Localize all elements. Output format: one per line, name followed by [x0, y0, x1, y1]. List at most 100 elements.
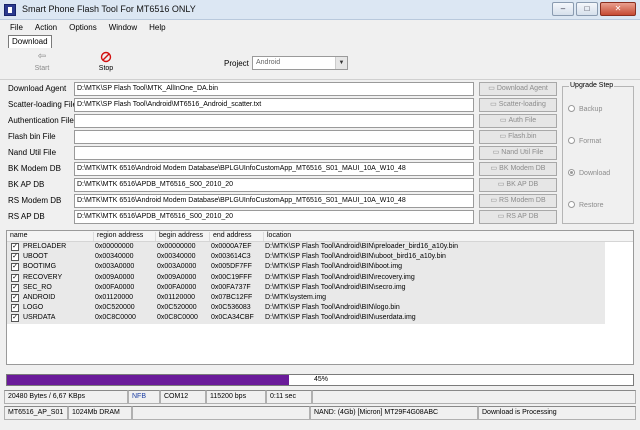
menu-action[interactable]: Action — [35, 23, 57, 32]
radio-format[interactable]: Format — [568, 137, 601, 145]
stop-circle-icon — [100, 51, 112, 63]
checkbox-checked-icon[interactable]: ✓ — [11, 273, 19, 282]
radio-circle-icon — [568, 105, 575, 112]
checkbox-checked-icon[interactable]: ✓ — [11, 263, 19, 272]
close-button[interactable]: ✕ — [600, 2, 636, 16]
start-button[interactable]: ⇦ Start — [22, 51, 62, 72]
table-row[interactable]: ✓ PRELOADER 0x00000000 0x00000000 0x0000… — [7, 242, 633, 253]
column-header-begin[interactable]: begin address — [155, 232, 203, 241]
download-agent-input[interactable]: D:\MTK\SP Flash Tool\MTK_AllInOne_DA.bin — [74, 82, 474, 96]
tab-download[interactable]: Download — [8, 35, 52, 48]
rs-modem-db-input[interactable]: D:\MTK\MTK 6516\Android Modem Database\B… — [74, 194, 474, 208]
rs-ap-db-input[interactable]: D:\MTK\MTK 6516\APDB_MT6516_S00_2010_20 — [74, 210, 474, 224]
download-agent-button[interactable]: ▭ Download Agent — [479, 82, 557, 96]
stop-button[interactable]: Stop — [86, 51, 126, 72]
browse-buttons-panel: ▭ Download Agent ▭ Scatter-loading ▭ Auth F… — [479, 82, 557, 228]
status-mode: NFB — [128, 390, 160, 404]
checkbox-checked-icon[interactable]: ✓ — [11, 293, 19, 302]
button-label: RS AP DB — [506, 213, 539, 220]
status-port: COM12 — [160, 390, 206, 404]
field-label: RS AP DB — [8, 212, 45, 221]
bk-ap-db-input[interactable]: D:\MTK\MTK 6516\APDB_MT6516_S00_2010_20 — [74, 178, 474, 192]
column-header-region[interactable]: region address — [93, 232, 143, 241]
folder-icon: ▭ — [492, 149, 500, 156]
table-row[interactable]: ✓ UBOOT 0x00340000 0x00340000 0x003614C3… — [7, 252, 633, 263]
menu-window[interactable]: Window — [109, 23, 137, 32]
row-end: 0x0CA34CBF — [211, 314, 254, 322]
table-row[interactable]: ✓ USRDATA 0x0C8C0000 0x0C8C0000 0x0CA34C… — [7, 313, 633, 324]
column-header-name[interactable]: name — [7, 232, 28, 241]
window-controls: ‒ □ ✕ — [552, 2, 636, 16]
field-label: BK Modem DB — [8, 164, 61, 173]
button-label: Download Agent — [496, 85, 548, 92]
column-header-end[interactable]: end address — [209, 232, 252, 241]
scatter-loading-input[interactable]: D:\MTK\SP Flash Tool\Android\MT6516_Andr… — [74, 98, 474, 112]
upgrade-step-group: Upgrade Step Backup Format Download Rest… — [562, 82, 634, 224]
title-bar: Smart Phone Flash Tool For MT6516 ONLY ‒… — [0, 0, 640, 20]
field-label: Download Agent — [8, 84, 67, 93]
row-end: 0x07BC12FF — [211, 293, 253, 301]
checkbox-checked-icon[interactable]: ✓ — [11, 304, 19, 313]
field-label: Scatter-loading File — [8, 100, 77, 109]
auth-file-button[interactable]: ▭ Auth File — [479, 114, 557, 128]
field-row-nand-util: Nand Util File — [6, 146, 474, 160]
nand-util-file-button[interactable]: ▭ Nand Util File — [479, 146, 557, 160]
row-begin: 0x01120000 — [157, 293, 196, 301]
menu-file[interactable]: File — [10, 23, 23, 32]
status-ram: 1024Mb DRAM — [68, 406, 132, 420]
radio-label: Restore — [579, 202, 604, 209]
checkbox-checked-icon[interactable]: ✓ — [11, 243, 19, 251]
radio-label: Format — [579, 138, 602, 145]
column-header-location[interactable]: location — [263, 232, 291, 241]
row-name: LOGO — [23, 304, 44, 312]
checkbox-checked-icon[interactable]: ✓ — [11, 314, 19, 323]
row-region: 0x003A0000 — [95, 263, 135, 271]
table-row[interactable]: ✓ BOOTIMG 0x003A0000 0x003A0000 0x005DF7… — [7, 262, 633, 273]
menu-help[interactable]: Help — [149, 23, 165, 32]
table-row[interactable]: ✓ LOGO 0x0C520000 0x0C520000 0x0C536083 … — [7, 303, 633, 314]
row-name: BOOTIMG — [23, 263, 57, 271]
row-end: 0x00C19FFF — [211, 273, 252, 281]
bk-modem-db-input[interactable]: D:\MTK\MTK 6516\Android Modem Database\B… — [74, 162, 474, 176]
radio-download[interactable]: Download — [568, 169, 610, 177]
table-row[interactable]: ✓ SEC_RO 0x00FA0000 0x00FA0000 0x00FA737… — [7, 282, 633, 293]
row-location: D:\MTK\SP Flash Tool\Android\BIN\secro.i… — [265, 283, 406, 291]
field-row-rs-modem: RS Modem DB D:\MTK\MTK 6516\Android Mode… — [6, 194, 474, 208]
status-nand: NAND: (4Gb) [Micron] MT29F4G08ABC — [310, 406, 478, 420]
field-row-bk-modem: BK Modem DB D:\MTK\MTK 6516\Android Mode… — [6, 162, 474, 176]
menu-options[interactable]: Options — [69, 23, 97, 32]
progress-percent: 45% — [313, 376, 328, 383]
table-row[interactable]: ✓ ANDROID 0x01120000 0x01120000 0x07BC12… — [7, 292, 633, 304]
scatter-loading-button[interactable]: ▭ Scatter-loading — [479, 98, 557, 112]
status-bytes: 20480 Bytes / 6,67 KBps — [4, 390, 128, 404]
checkbox-checked-icon[interactable]: ✓ — [11, 253, 19, 262]
project-select[interactable]: Android ▼ — [252, 56, 348, 70]
button-label: BK Modem DB — [499, 165, 546, 172]
row-region: 0x01120000 — [95, 293, 134, 301]
table-row[interactable]: ✓ RECOVERY 0x009A0000 0x009A0000 0x00C19… — [7, 272, 633, 283]
rs-modem-db-button[interactable]: ▭ RS Modem DB — [479, 194, 557, 208]
checkbox-checked-icon[interactable]: ✓ — [11, 283, 19, 292]
button-label: Flash.bin — [508, 133, 537, 140]
chevron-down-icon[interactable]: ▼ — [335, 57, 347, 69]
field-row-rs-ap: RS AP DB D:\MTK\MTK 6516\APDB_MT6516_S00… — [6, 210, 474, 224]
flash-bin-input[interactable] — [74, 130, 474, 144]
start-arrow-icon: ⇦ — [37, 51, 47, 62]
radio-backup[interactable]: Backup — [568, 105, 602, 113]
row-end: 0x003614C3 — [211, 253, 251, 261]
folder-icon: ▭ — [490, 197, 497, 204]
radio-restore[interactable]: Restore — [568, 201, 604, 209]
file-fields-panel: Download Agent D:\MTK\SP Flash Tool\MTK_… — [6, 82, 474, 228]
status-bar-device: MT6516_AP_S01 1024Mb DRAM NAND: (4Gb) [M… — [0, 406, 640, 420]
bk-ap-db-button[interactable]: ▭ BK AP DB — [479, 178, 557, 192]
nand-util-input[interactable] — [74, 146, 474, 160]
bk-modem-db-button[interactable]: ▭ BK Modem DB — [479, 162, 557, 176]
authentication-file-input[interactable] — [74, 114, 474, 128]
row-begin: 0x009A0000 — [157, 273, 197, 281]
maximize-button[interactable]: □ — [576, 2, 598, 16]
rs-ap-db-button[interactable]: ▭ RS AP DB — [479, 210, 557, 224]
flash-bin-button[interactable]: ▭ Flash.bin — [479, 130, 557, 144]
minimize-button[interactable]: ‒ — [552, 2, 574, 16]
field-row-download-agent: Download Agent D:\MTK\SP Flash Tool\MTK_… — [6, 82, 474, 96]
radio-selected-icon — [568, 169, 575, 176]
